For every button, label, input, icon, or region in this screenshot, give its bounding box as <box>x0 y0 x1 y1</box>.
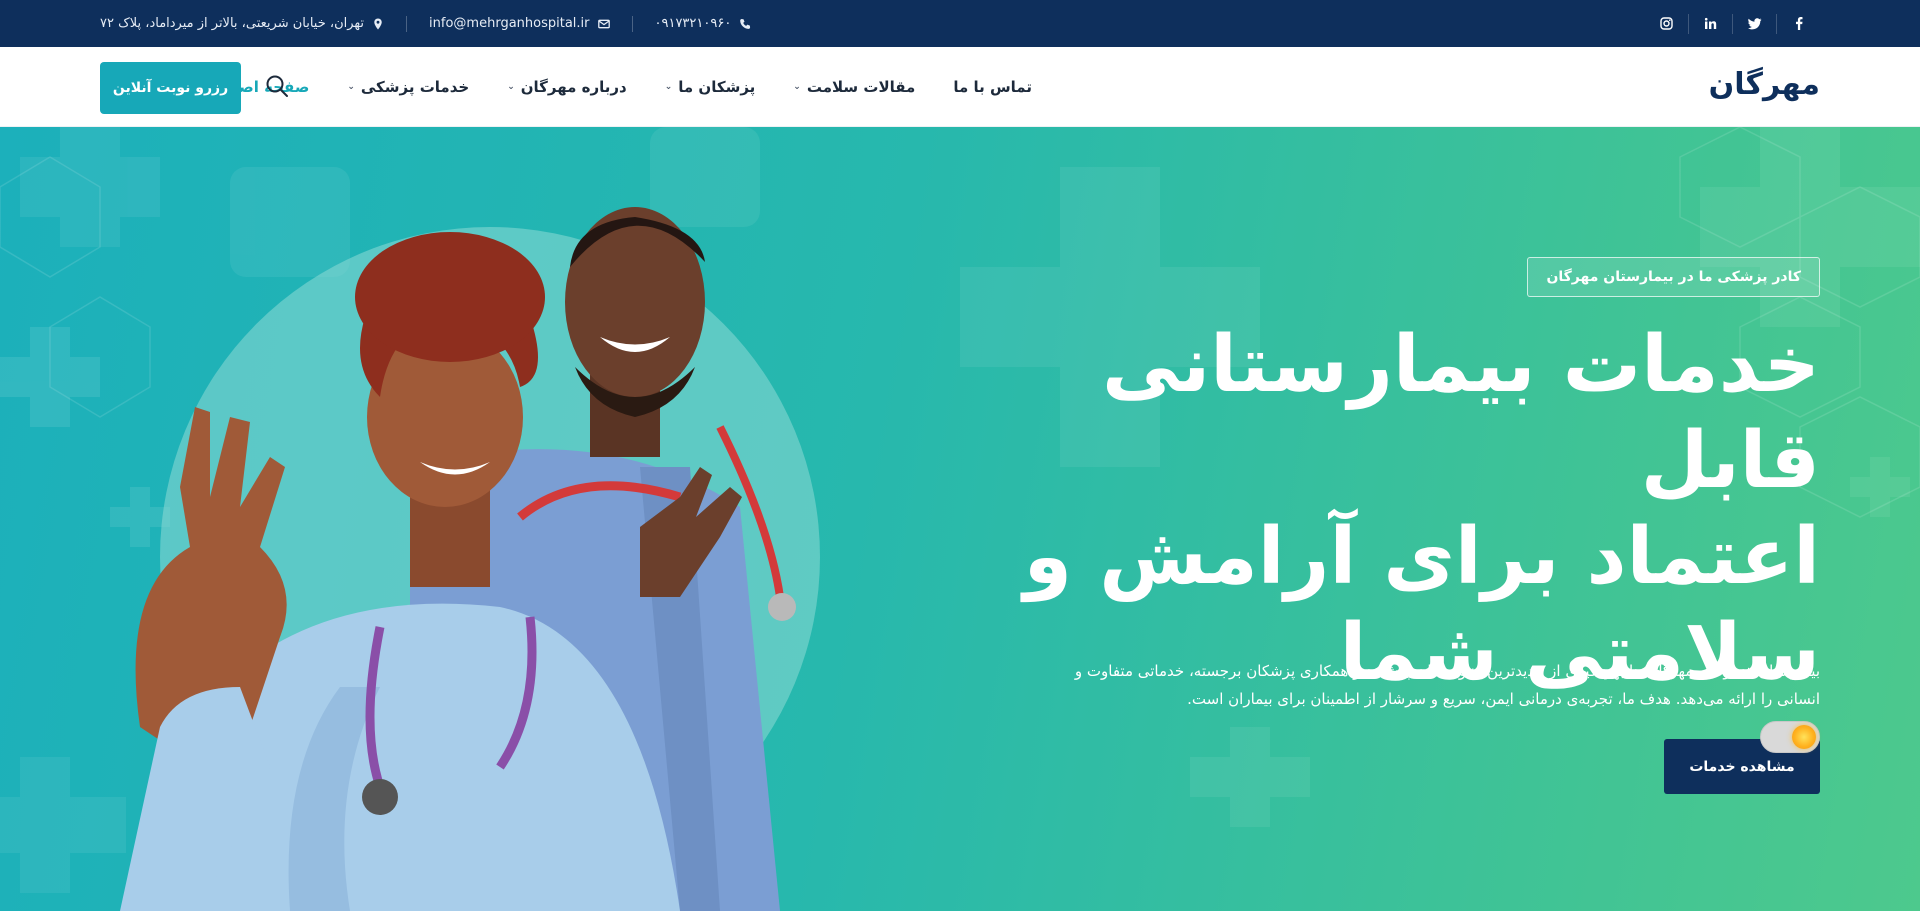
sun-icon <box>1792 725 1816 749</box>
hero-headline: خدمات بیمارستانی قابل اعتماد برای آرامش … <box>960 317 1820 701</box>
phone-item[interactable]: ۰۹۱۷۳۲۱۰۹۶۰ <box>655 16 752 31</box>
main-navbar: مهرگان صفحه اصلی خدمات پزشکی ⌄ درباره مه… <box>0 47 1920 127</box>
book-appointment-button[interactable]: رزرو نوبت آنلاین <box>100 62 241 114</box>
phone-icon <box>739 18 751 30</box>
instagram-icon[interactable] <box>1644 14 1688 34</box>
location-pin-icon <box>372 18 384 30</box>
address-text: تهران، خیابان شریعتی، بالاتر از میرداماد… <box>100 16 365 31</box>
menu-item-doctors[interactable]: پزشکان ما ⌄ <box>665 78 756 96</box>
linkedin-icon[interactable] <box>1688 13 1732 34</box>
description-line: انسانی را ارائه می‌دهد. هدف ما، تجربه‌ی … <box>1187 690 1820 708</box>
address-item: تهران، خیابان شریعتی، بالاتر از میرداماد… <box>100 16 384 31</box>
email-item[interactable]: info@mehrganhospital.ir <box>429 16 610 31</box>
menu-item-label[interactable]: تماس با ما <box>953 78 1032 96</box>
chevron-down-icon: ⌄ <box>507 82 515 92</box>
menu-item-label[interactable]: مقالات سلامت <box>807 78 916 96</box>
menu-item-label[interactable]: خدمات پزشکی <box>361 78 469 96</box>
hero-section: کادر پزشکی ما در بیمارستان مهرگان خدمات … <box>0 127 1920 911</box>
menu-item-about[interactable]: درباره مهرگان ⌄ <box>507 78 627 96</box>
headline-line: خدمات بیمارستانی قابل <box>1101 320 1820 506</box>
menu-item-health-articles[interactable]: مقالات سلامت ⌄ <box>793 78 915 96</box>
phone-text[interactable]: ۰۹۱۷۳۲۱۰۹۶۰ <box>655 16 732 31</box>
headline-line: اعتماد برای آرامش و <box>1023 512 1820 602</box>
contact-info: تهران، خیابان شریعتی، بالاتر از میرداماد… <box>100 0 751 47</box>
menu-item-label[interactable]: پزشکان ما <box>678 78 755 96</box>
chevron-down-icon: ⌄ <box>664 82 673 92</box>
hero-tag: کادر پزشکی ما در بیمارستان مهرگان <box>1527 257 1820 297</box>
menu-item-label[interactable]: درباره مهرگان <box>521 78 627 96</box>
site-logo[interactable]: مهرگان <box>1709 67 1820 102</box>
menu-item-medical-services[interactable]: خدمات پزشکی ⌄ <box>347 78 469 96</box>
description-line: بیمارستان خصوصی مهرگان، با بهره‌گیری از … <box>1074 662 1820 680</box>
chevron-down-icon: ⌄ <box>347 82 355 92</box>
twitter-icon[interactable] <box>1732 13 1776 34</box>
chevron-down-icon: ⌄ <box>793 82 801 92</box>
email-text[interactable]: info@mehrganhospital.ir <box>429 16 589 31</box>
theme-toggle[interactable] <box>1760 721 1820 753</box>
divider <box>406 15 408 32</box>
menu-item-contact[interactable]: تماس با ما <box>953 78 1032 96</box>
doctors-photo <box>120 207 820 911</box>
main-menu: صفحه اصلی خدمات پزشکی ⌄ درباره مهرگان ⌄ … <box>218 47 1032 127</box>
divider <box>631 15 633 32</box>
top-bar: تهران، خیابان شریعتی، بالاتر از میرداماد… <box>0 0 1920 47</box>
search-icon[interactable] <box>264 73 290 99</box>
social-links <box>1644 0 1820 47</box>
envelope-icon <box>597 18 610 30</box>
hero-description: بیمارستان خصوصی مهرگان، با بهره‌گیری از … <box>1060 657 1820 713</box>
facebook-icon[interactable] <box>1776 13 1820 34</box>
